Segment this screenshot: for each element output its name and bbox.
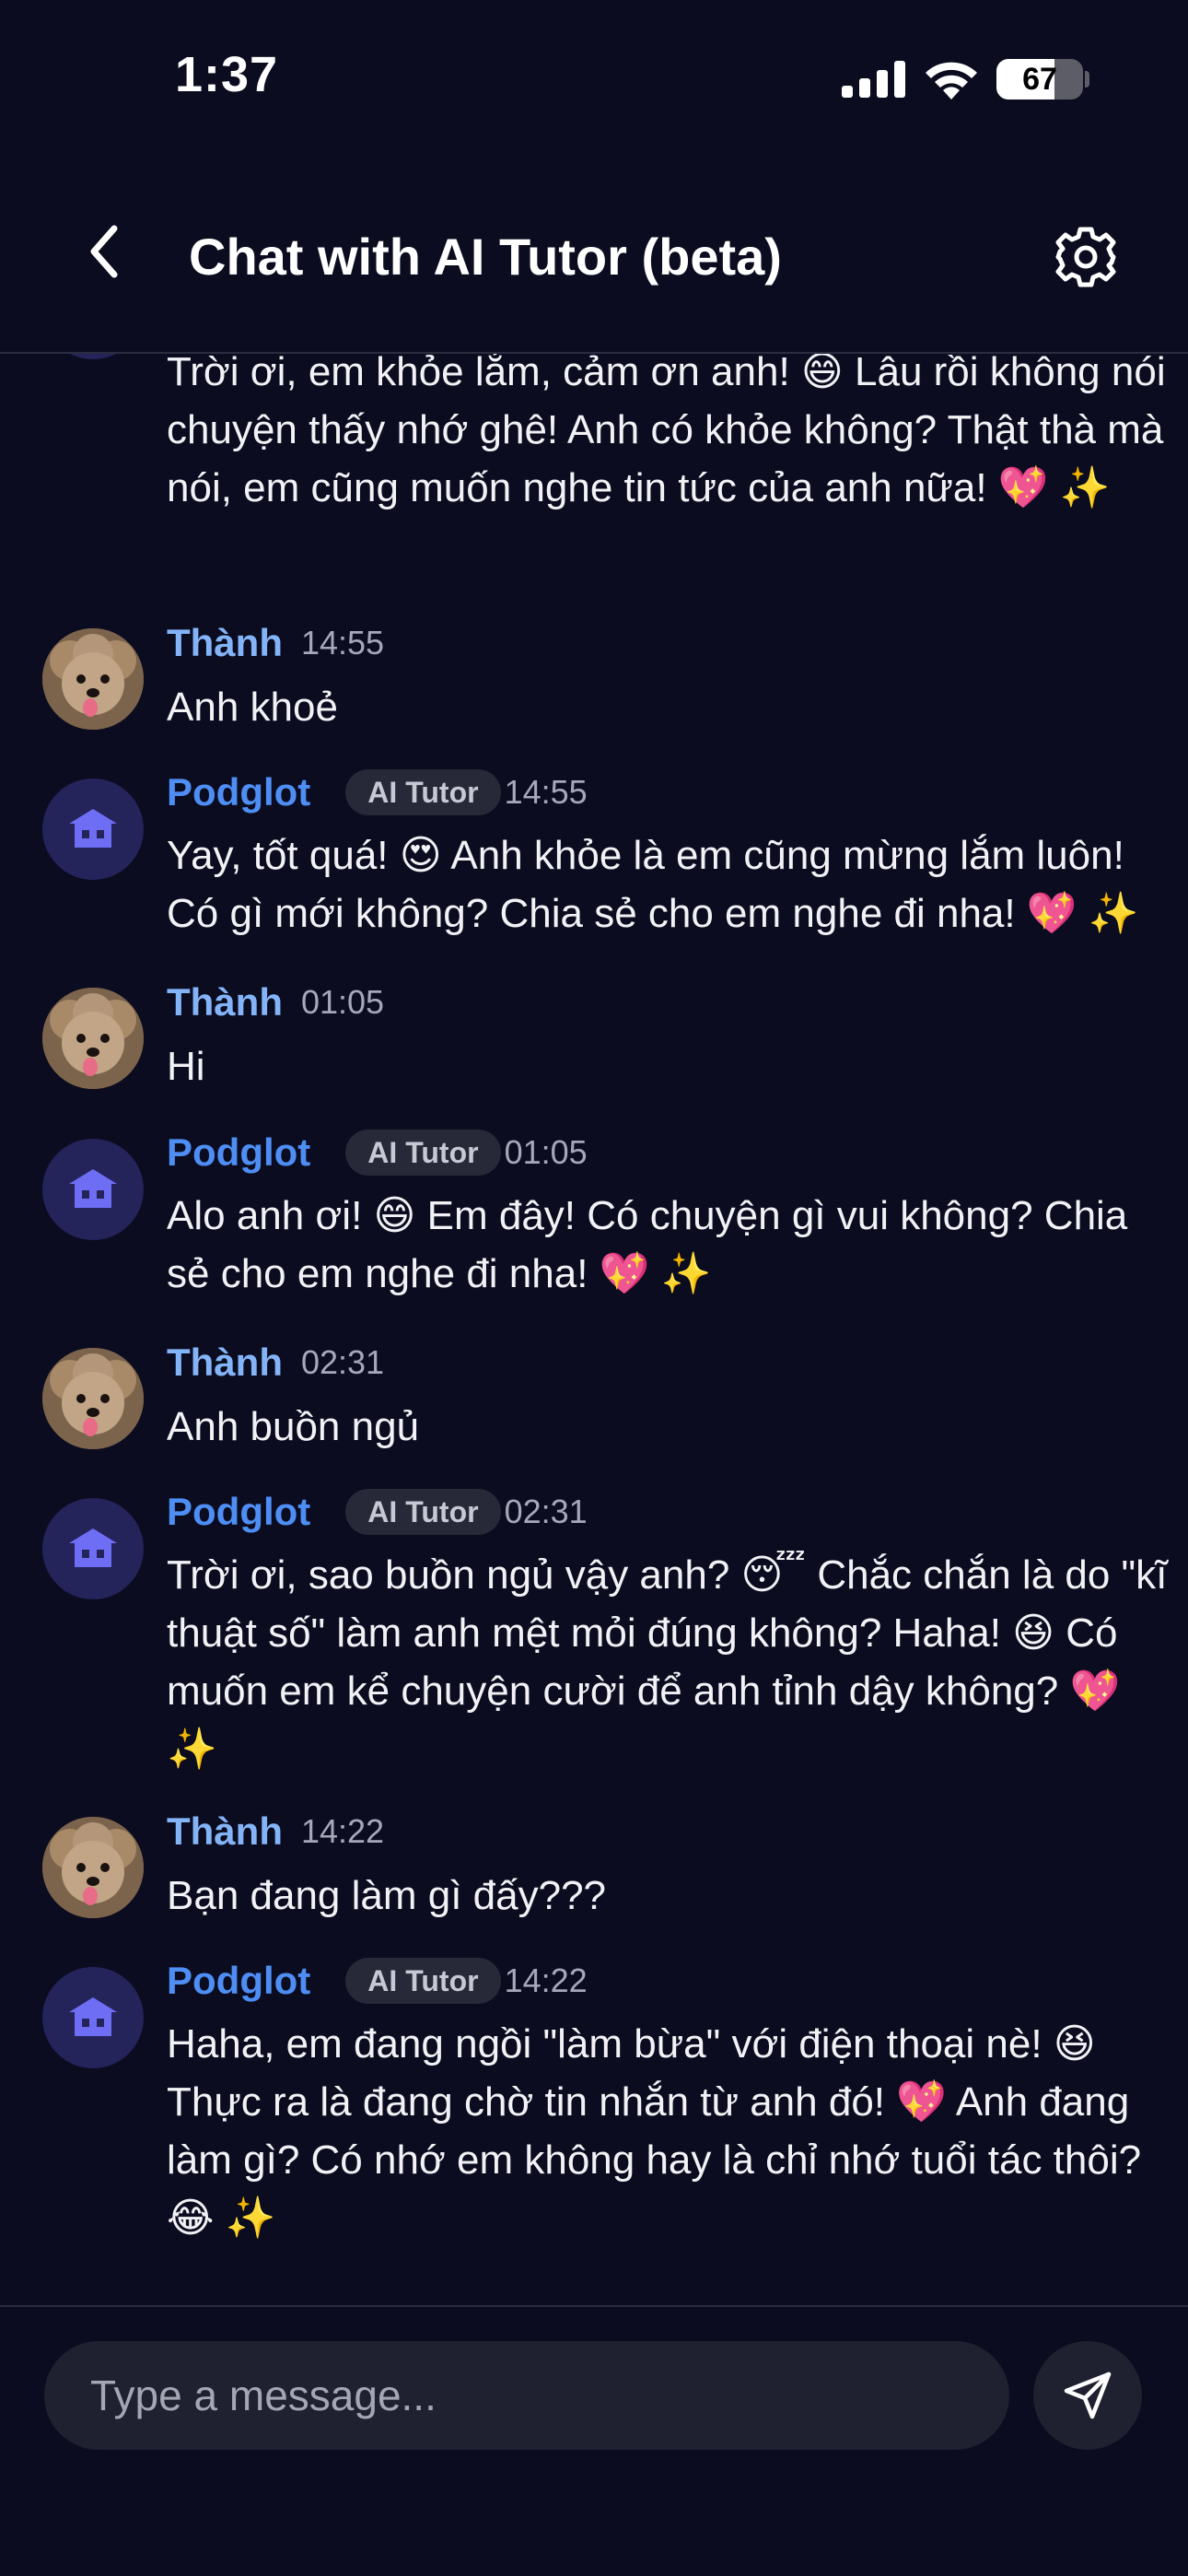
page-title: Chat with AI Tutor (beta) bbox=[189, 228, 782, 286]
message-text: Trời ơi, sao buồn ngủ vậy anh? 😴 Chắc ch… bbox=[167, 1552, 1168, 1772]
message-time: 14:22 bbox=[300, 1812, 385, 1850]
avatar[interactable] bbox=[42, 988, 144, 1089]
sender-name[interactable]: Thành bbox=[167, 980, 283, 1025]
message-time: 01:05 bbox=[300, 983, 385, 1021]
avatar[interactable] bbox=[42, 1139, 144, 1240]
sender-name[interactable]: Thành bbox=[167, 1809, 283, 1854]
message-meta: Thành 01:05 bbox=[167, 980, 384, 1032]
ai-tutor-badge: AI Tutor bbox=[345, 1958, 501, 2004]
send-button[interactable] bbox=[1033, 2341, 1142, 2450]
message-meta: Thành 14:22 bbox=[167, 1809, 384, 1861]
chat-header: Chat with AI Tutor (beta) bbox=[0, 157, 1188, 354]
message-input[interactable] bbox=[44, 2341, 1009, 2450]
message-text: Haha, em đang ngồi "làm bừa" với điện th… bbox=[167, 2021, 1142, 2241]
ai-tutor-badge: AI Tutor bbox=[345, 1130, 501, 1176]
message-meta: Thành 02:31 bbox=[167, 1341, 384, 1392]
send-icon bbox=[1064, 2371, 1112, 2419]
school-icon bbox=[69, 1528, 117, 1567]
message-time: 14:55 bbox=[504, 773, 588, 811]
avatar[interactable] bbox=[42, 1817, 144, 1918]
message-meta: Podglot AI Tutor 01:05 bbox=[167, 1130, 588, 1181]
message-text: Yay, tốt quá! 😍 Anh khỏe là em cũng mừng… bbox=[167, 833, 1139, 936]
message-meta: Podglot AI Tutor 14:22 bbox=[167, 1958, 588, 2009]
chevron-left-icon[interactable] bbox=[74, 219, 138, 284]
message-time: 02:31 bbox=[300, 1343, 385, 1381]
battery-level: 67 bbox=[1022, 62, 1057, 97]
dog-avatar-icon bbox=[42, 1348, 144, 1449]
message-time: 01:05 bbox=[504, 1133, 588, 1171]
battery-indicator: 67 bbox=[996, 59, 1083, 100]
message-meta: Podglot AI Tutor 02:31 bbox=[167, 1489, 588, 1540]
message-text: Bạn đang làm gì đấy??? bbox=[167, 1873, 607, 1918]
message-text: Alo anh ơi! 😄 Em đây! Có chuyện gì vui k… bbox=[167, 1193, 1128, 1296]
avatar[interactable] bbox=[42, 354, 144, 359]
cellular-signal-icon bbox=[842, 61, 905, 98]
sender-name[interactable]: Podglot bbox=[167, 1490, 310, 1534]
avatar[interactable] bbox=[42, 628, 144, 730]
gear-icon[interactable] bbox=[1054, 225, 1118, 289]
message-time: 14:22 bbox=[504, 1961, 588, 1999]
message-text: Anh buồn ngủ bbox=[167, 1404, 420, 1449]
message-meta: Podglot AI Tutor 14:55 bbox=[167, 769, 588, 821]
sender-name[interactable]: Podglot bbox=[167, 770, 310, 814]
message-meta: Thành 14:55 bbox=[167, 621, 384, 673]
ai-tutor-badge: AI Tutor bbox=[345, 1489, 501, 1535]
status-time: 1:37 bbox=[175, 47, 279, 102]
avatar[interactable] bbox=[42, 779, 144, 880]
dog-avatar-icon bbox=[42, 1817, 144, 1918]
sender-name[interactable]: Podglot bbox=[167, 1959, 310, 2003]
message-time: 14:55 bbox=[300, 624, 385, 662]
message-time: 02:31 bbox=[504, 1493, 588, 1530]
ai-tutor-badge: AI Tutor bbox=[345, 769, 501, 815]
school-icon bbox=[69, 1169, 117, 1208]
sender-name[interactable]: Podglot bbox=[167, 1130, 310, 1175]
avatar[interactable] bbox=[42, 1498, 144, 1599]
school-icon bbox=[69, 809, 117, 848]
message-text: Trời ơi, em khỏe lắm, cảm ơn anh! 😄 Lâu … bbox=[167, 354, 1166, 510]
dog-avatar-icon bbox=[42, 988, 144, 1089]
sender-name[interactable]: Thành bbox=[167, 621, 283, 665]
dog-avatar-icon bbox=[42, 628, 144, 730]
message-list[interactable]: Trời ơi, em khỏe lắm, cảm ơn anh! 😄 Lâu … bbox=[0, 354, 1188, 2305]
school-icon bbox=[69, 1997, 117, 2036]
status-bar: 1:37 67 bbox=[0, 0, 1188, 157]
battery-cap bbox=[1085, 71, 1089, 88]
avatar[interactable] bbox=[42, 1348, 144, 1449]
wifi-icon bbox=[926, 62, 977, 100]
message-text: Anh khoẻ bbox=[167, 685, 338, 730]
avatar[interactable] bbox=[42, 1967, 144, 2068]
message-text: Hi bbox=[167, 1044, 205, 1089]
composer-divider bbox=[0, 2305, 1188, 2307]
sender-name[interactable]: Thành bbox=[167, 1341, 283, 1385]
